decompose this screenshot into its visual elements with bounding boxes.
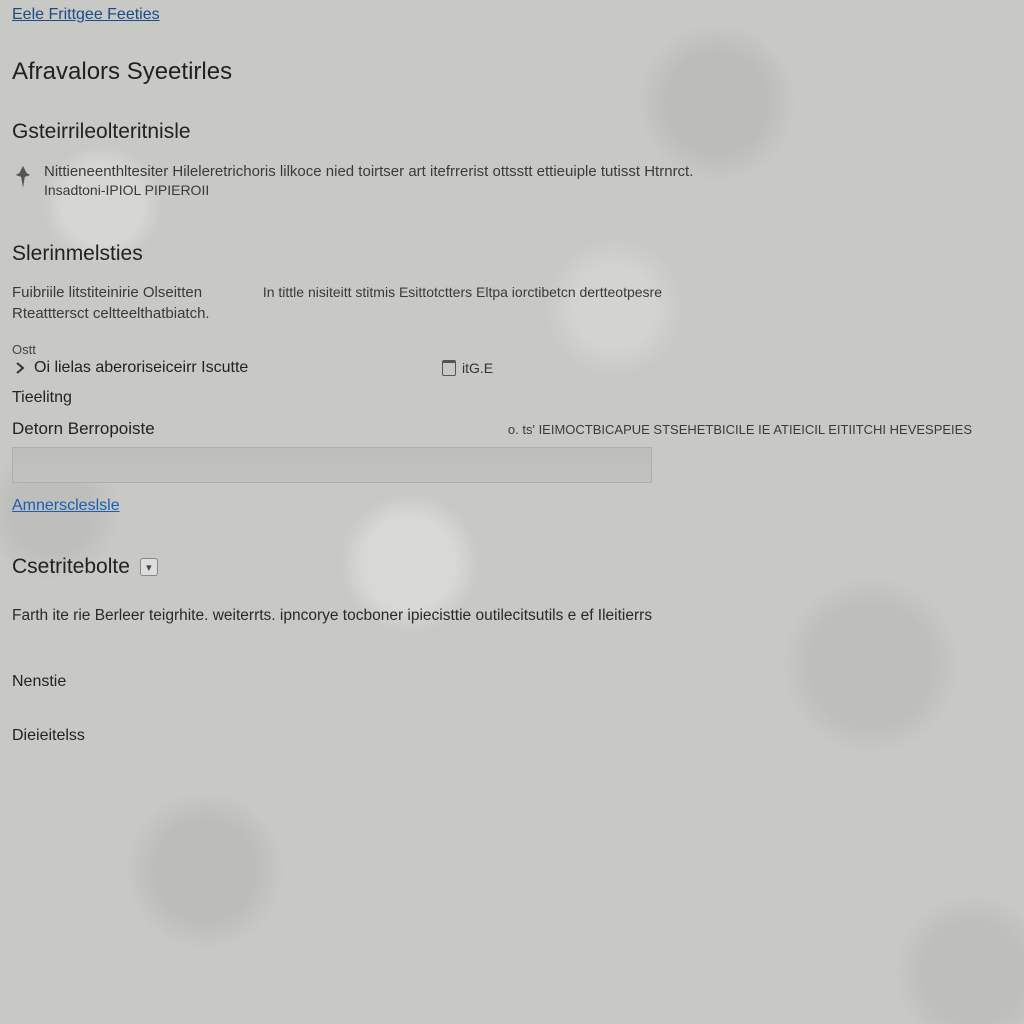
section2-link[interactable]: Amnerscleslsle <box>12 497 120 515</box>
pinned-note-line2: Insadtoni-IPIOL PIPIEROII <box>44 182 693 198</box>
section3-heading: Csetritebolte <box>12 555 130 579</box>
section2-meta: In tittle nisiteitt stitmis Esittotctter… <box>263 284 662 300</box>
section2-heading: Slerinmelsties <box>12 242 1012 266</box>
checkbox-label[interactable]: Oi lielas aberoriseiceirr Iscutte <box>34 359 248 377</box>
trash-action[interactable]: itG.E <box>442 360 493 376</box>
section3-field2: Dieieitelss <box>12 727 1012 745</box>
pinned-note: Nittieneenthltesiter Hileleretrichoris l… <box>12 162 1012 198</box>
pinned-note-line1: Nittieneenthltesiter Hileleretrichoris l… <box>44 162 693 182</box>
field-label: Tieelitng <box>12 389 72 407</box>
section3-field1: Nenstie <box>12 673 1012 691</box>
section1-heading: Gsteirrileolteritnisle <box>12 120 1012 144</box>
checkbox-small-label: Ostt <box>12 342 1012 357</box>
collapse-icon[interactable]: ▾ <box>140 558 158 576</box>
date-hint: o. ts' IEIMOCTBICAPUE STSEHETBICILE IE A… <box>508 422 972 437</box>
page-title: Afravalors Syeetirles <box>12 58 1012 86</box>
trash-label: itG.E <box>462 360 493 376</box>
text-input[interactable] <box>12 447 652 483</box>
pushpin-icon <box>12 164 34 192</box>
trash-icon <box>442 360 456 376</box>
section3-paragraph: Farth ite rie Berleer teigrhite. weiterr… <box>12 607 832 625</box>
date-label: Detorn Berropoiste <box>12 419 155 439</box>
section2-desc2: Rteatttersct celtteelthatbiatch. <box>12 305 1012 322</box>
chevron-right-icon[interactable] <box>12 360 28 376</box>
field-row: Tieelitng <box>12 389 1012 407</box>
breadcrumb-link[interactable]: Eele Frittgee Feeties <box>12 6 160 24</box>
